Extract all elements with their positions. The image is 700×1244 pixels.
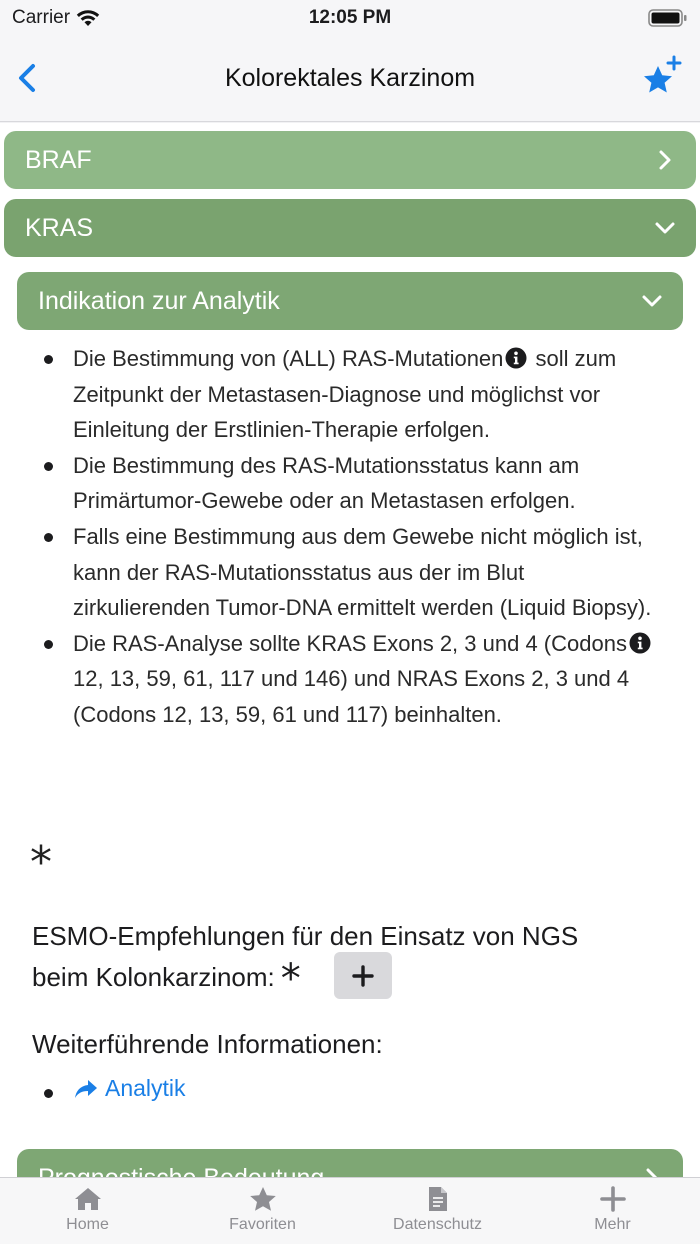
star-icon	[249, 1187, 276, 1211]
tab-home[interactable]: Home	[0, 1178, 175, 1244]
home-icon	[74, 1188, 101, 1210]
accordion-indikation[interactable]: Indikation zur Analytik	[17, 272, 683, 330]
list-item: Die Bestimmung von (ALL) RAS-Mutationen …	[40, 341, 660, 448]
accordion-braf[interactable]: BRAF	[4, 131, 696, 189]
add-favorite-button[interactable]	[640, 54, 684, 98]
indication-bullet-list: Die Bestimmung von (ALL) RAS-Mutationen …	[40, 341, 660, 733]
star-plus-icon	[644, 55, 682, 93]
clock: 12:05 PM	[308, 7, 392, 28]
accordion-kras-label: KRAS	[25, 213, 94, 242]
plus-icon	[352, 964, 374, 987]
accordion-prognostisch[interactable]: Prognostische Bedeutung	[17, 1149, 683, 1177]
accordion-prognostisch-label: Prognostische Bedeutung	[38, 1164, 324, 1178]
accordion-kras[interactable]: KRAS	[4, 199, 696, 257]
list-item: Die RAS-Analyse sollte KRAS Exons 2, 3 u…	[40, 626, 660, 733]
esmo-recommendation-text: ESMO-Empfehlungen für den Einsatz von NG…	[32, 921, 579, 1002]
further-info-links: Analytik	[40, 1075, 186, 1102]
info-icon[interactable]	[505, 347, 527, 369]
battery-icon	[648, 9, 687, 27]
chevron-down-icon	[655, 222, 675, 234]
tab-bar: Home Favoriten Datenschutz Mehr	[0, 1177, 700, 1244]
tab-mehr[interactable]: Mehr	[525, 1178, 700, 1244]
link-analytik[interactable]: Analytik	[40, 1075, 186, 1102]
accordion-braf-label: BRAF	[25, 145, 92, 174]
info-icon[interactable]	[629, 632, 651, 654]
plus-icon	[599, 1186, 626, 1212]
chevron-down-icon	[642, 295, 662, 307]
accordion-indikation-label: Indikation zur Analytik	[38, 286, 280, 315]
list-item: Die Bestimmung des RAS-Mutationsstatus k…	[40, 448, 660, 519]
tab-favoriten[interactable]: Favoriten	[175, 1178, 350, 1244]
esmo-asterisk[interactable]: *	[281, 959, 301, 999]
list-item: Falls eine Bestimmung aus dem Gewebe nic…	[40, 519, 660, 626]
expand-esmo-button[interactable]	[334, 952, 392, 999]
page-title: Kolorektales Karzinom	[224, 64, 476, 92]
navigation-bar: Kolorektales Karzinom	[0, 36, 700, 122]
chevron-right-icon	[659, 150, 671, 170]
chevron-right-icon	[646, 1168, 658, 1177]
footnote-asterisk[interactable]: *	[30, 841, 52, 885]
share-arrow-icon	[75, 1079, 97, 1098]
document-icon	[428, 1187, 447, 1211]
further-info-heading: Weiterführende Informationen:	[32, 1029, 383, 1059]
status-bar: Carrier 12:05 PM	[0, 0, 700, 36]
content-area: BRAF KRAS Indikation zur Analytik Die Be…	[0, 123, 700, 1177]
tab-datenschutz[interactable]: Datenschutz	[350, 1178, 525, 1244]
